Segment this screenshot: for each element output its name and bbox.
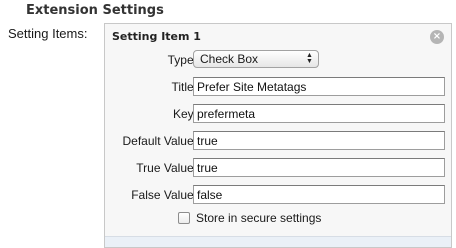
setting-item-panel: Setting Item 1 × Type: Check Box ▲ ▼ Titl… xyxy=(104,23,452,248)
panel-footer xyxy=(105,236,451,247)
default-value-label: Default Value: xyxy=(122,134,198,148)
title-label: Title: xyxy=(171,80,197,94)
close-icon[interactable]: × xyxy=(430,30,444,44)
title-input[interactable]: Prefer Site Metatags xyxy=(193,77,445,96)
section-title: Extension Settings xyxy=(26,3,164,18)
type-select[interactable]: Check Box ▲ ▼ xyxy=(193,50,319,68)
key-label: Key: xyxy=(172,107,197,121)
true-value-label: True Value: xyxy=(136,161,197,175)
secure-settings-checkbox[interactable] xyxy=(178,212,190,224)
type-select-value: Check Box xyxy=(200,52,259,66)
select-arrows-icon: ▲ ▼ xyxy=(306,52,313,65)
setting-items-label: Setting Items: xyxy=(8,26,88,41)
secure-settings-label: Store in secure settings xyxy=(196,211,322,225)
secure-settings-row[interactable]: Store in secure settings xyxy=(178,211,321,225)
true-value-input[interactable]: true xyxy=(193,158,445,177)
default-value-input[interactable]: true xyxy=(193,131,445,150)
false-value-label: False Value: xyxy=(131,188,197,202)
false-value-input[interactable]: false xyxy=(193,185,445,204)
setting-item-title: Setting Item 1 xyxy=(112,30,201,43)
key-input[interactable]: prefermeta xyxy=(193,104,445,123)
type-label: Type: xyxy=(167,53,197,67)
